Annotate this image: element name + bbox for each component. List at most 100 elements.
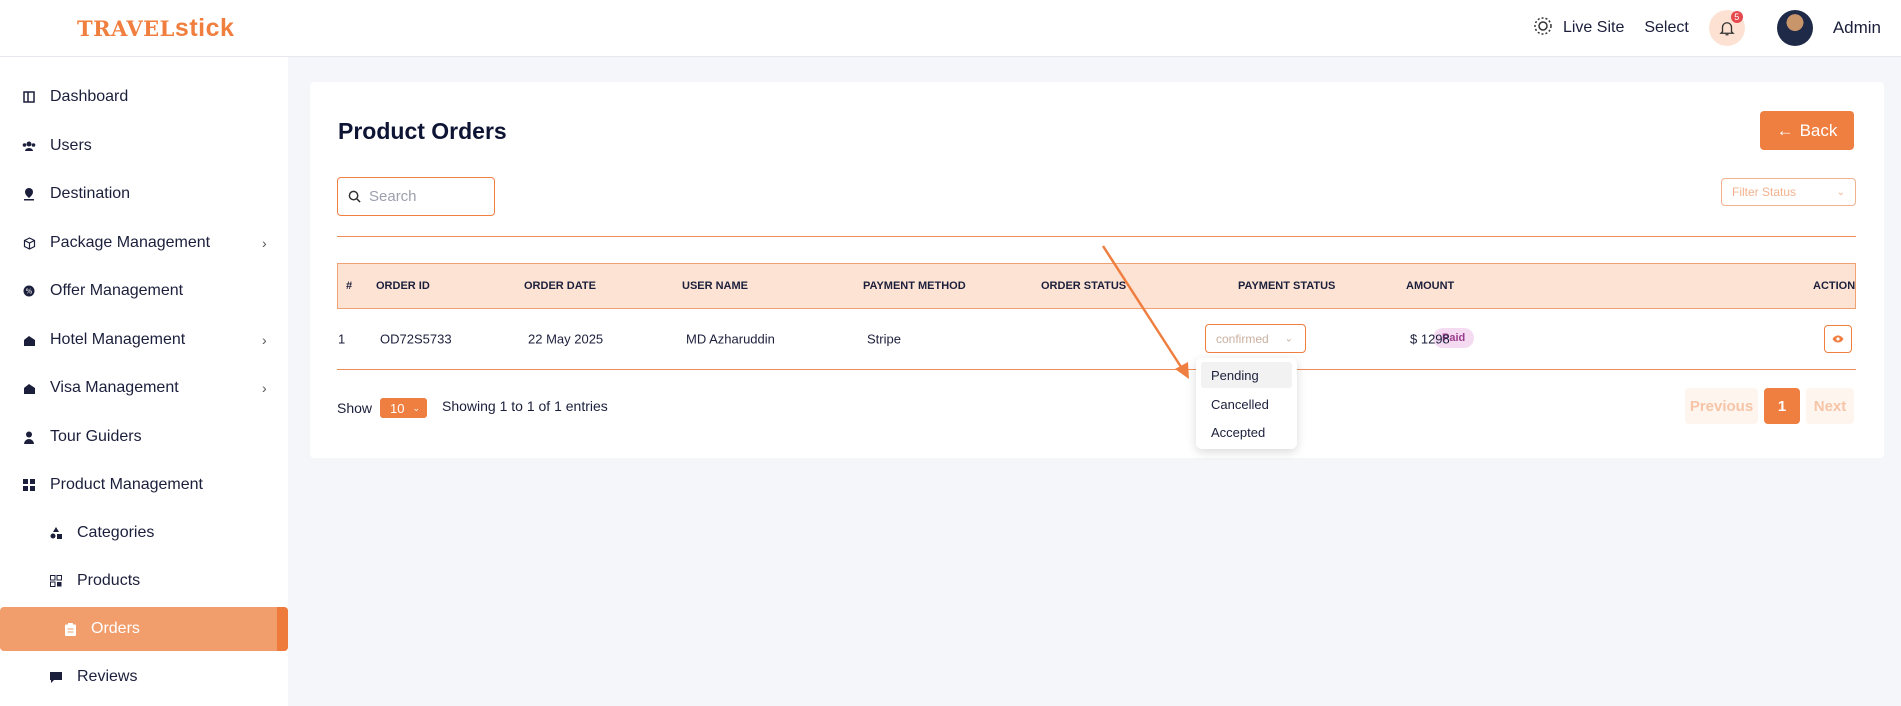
- travelstick-logo[interactable]: TRAVELstick: [77, 14, 234, 43]
- previous-page-button[interactable]: Previous: [1685, 388, 1758, 424]
- filter-status-select[interactable]: Filter Status ⌄: [1721, 178, 1856, 206]
- shapes-icon: [49, 526, 63, 540]
- cell-payment-method: Stripe: [867, 331, 901, 347]
- grid-icon: [22, 478, 36, 492]
- sidebar-item-label: Reviews: [77, 668, 138, 685]
- cell-num: 1: [338, 331, 346, 347]
- sidebar-item-label: Offer Management: [50, 282, 184, 299]
- chevron-down-icon: ⌄: [1836, 186, 1845, 198]
- svg-text:%: %: [26, 288, 33, 296]
- col-header: ORDER STATUS: [1041, 280, 1127, 292]
- sidebar-item-label: Categories: [77, 524, 155, 541]
- divider: [337, 236, 1856, 237]
- chevron-down-icon: ⌄: [412, 402, 421, 413]
- sidebar-item-orders[interactable]: Orders: [0, 607, 288, 651]
- view-order-button[interactable]: [1824, 325, 1852, 353]
- table-header: # ORDER ID ORDER DATE USER NAME PAYMENT …: [337, 263, 1856, 309]
- chevron-right-icon: ›: [262, 380, 267, 396]
- search-input[interactable]: [369, 188, 489, 205]
- sidebar-item-offer-management[interactable]: % Offer Management: [0, 269, 288, 313]
- sidebar-item-label: Destination: [50, 185, 131, 202]
- sidebar-item-label: Tour Guiders: [50, 428, 142, 445]
- clipboard-icon: [63, 622, 77, 636]
- pagination: Previous 1 Next: [1685, 388, 1854, 424]
- box-icon: [22, 236, 36, 250]
- chevron-right-icon: ›: [262, 235, 267, 251]
- cell-order-id: OD72S5733: [380, 331, 452, 347]
- col-header: ORDER ID: [376, 280, 430, 292]
- live-site-label: Live Site: [1562, 19, 1625, 36]
- sidebar-item-label: Products: [77, 572, 141, 589]
- admin-menu[interactable]: Admin: [1833, 18, 1881, 38]
- order-status-dropdown: Pending Cancelled Accepted: [1196, 358, 1297, 449]
- avatar[interactable]: [1776, 10, 1813, 46]
- sidebar-item-products[interactable]: Products: [0, 559, 288, 603]
- orders-card: Product Orders ← Back Filter Status ⌄ # …: [310, 82, 1884, 458]
- page-title: Product Orders: [338, 118, 507, 144]
- eye-icon: [1832, 335, 1844, 343]
- sidebar-item-label: Product Management: [50, 476, 203, 493]
- table-row: 1 OD72S5733 22 May 2025 MD Azharuddin St…: [337, 309, 1856, 370]
- order-status-select[interactable]: confirmed ⌄: [1205, 324, 1306, 353]
- cell-amount: $ 1298: [1410, 331, 1450, 347]
- hotel-icon: [22, 333, 36, 347]
- entries-per-page: Show 10 ⌄: [337, 398, 428, 418]
- top-header: TRAVELstick Live Site Select 5 Admin: [0, 0, 1901, 57]
- live-site-link[interactable]: Live Site: [1533, 16, 1624, 41]
- page-1-button[interactable]: 1: [1764, 388, 1800, 424]
- dashboard-icon: [22, 90, 36, 104]
- sidebar-item-label: Hotel Management: [50, 331, 186, 348]
- col-header: PAYMENT METHOD: [863, 280, 966, 292]
- sidebar-item-tour-guiders[interactable]: Tour Guiders: [0, 415, 288, 459]
- sidebar-item-label: Users: [50, 137, 92, 154]
- next-page-button[interactable]: Next: [1806, 388, 1854, 424]
- sidebar-item-dashboard[interactable]: Dashboard: [0, 75, 288, 119]
- back-button[interactable]: ← Back: [1760, 111, 1854, 150]
- logo-prefix: TRAVEL: [77, 16, 175, 41]
- col-header: AMOUNT: [1406, 280, 1455, 292]
- sidebar: Dashboard Users Destination Package Mana…: [0, 57, 288, 706]
- live-icon: [1533, 16, 1553, 41]
- cell-user-name: MD Azharuddin: [686, 331, 775, 347]
- status-option-accepted[interactable]: Accepted: [1201, 419, 1292, 445]
- comment-icon: [49, 670, 63, 684]
- back-label: Back: [1799, 120, 1838, 140]
- sidebar-item-hotel-management[interactable]: Hotel Management ›: [0, 318, 288, 362]
- filter-placeholder: Filter Status: [1732, 185, 1797, 199]
- entries-info: Showing 1 to 1 of 1 entries: [442, 398, 608, 414]
- offer-icon: %: [22, 284, 36, 298]
- arrow-left-icon: ←: [1776, 120, 1794, 140]
- col-header: ORDER DATE: [524, 280, 596, 292]
- search-icon: [348, 190, 361, 203]
- sidebar-item-label: Orders: [91, 620, 140, 637]
- sidebar-item-label: Dashboard: [50, 88, 129, 105]
- sidebar-item-users[interactable]: Users: [0, 124, 288, 168]
- users-icon: [22, 139, 36, 153]
- cell-order-date: 22 May 2025: [528, 331, 604, 347]
- col-header: USER NAME: [682, 280, 749, 292]
- status-option-cancelled[interactable]: Cancelled: [1201, 391, 1292, 417]
- sidebar-item-visa-management[interactable]: Visa Management ›: [0, 366, 288, 410]
- status-option-pending[interactable]: Pending: [1201, 362, 1292, 388]
- sidebar-item-categories[interactable]: Categories: [0, 511, 288, 555]
- col-header: #: [346, 280, 353, 292]
- sidebar-item-package-management[interactable]: Package Management ›: [0, 221, 288, 265]
- sidebar-item-label: Visa Management: [50, 379, 179, 396]
- guide-icon: [22, 430, 36, 444]
- per-page-value: 10: [390, 400, 405, 416]
- language-select[interactable]: Select: [1644, 19, 1688, 37]
- col-header: PAYMENT STATUS: [1238, 280, 1336, 292]
- visa-icon: [22, 381, 36, 395]
- order-status-value: confirmed: [1216, 331, 1269, 346]
- sidebar-item-product-management[interactable]: Product Management: [0, 463, 288, 507]
- sidebar-item-reviews[interactable]: Reviews: [0, 655, 288, 699]
- chevron-down-icon: ⌄: [1284, 333, 1293, 344]
- notification-button[interactable]: 5: [1708, 10, 1745, 46]
- header-actions: Live Site Select 5 Admin: [1533, 8, 1881, 48]
- search-box: [337, 177, 495, 216]
- show-label: Show: [337, 400, 373, 416]
- products-icon: [49, 574, 63, 588]
- col-header: ACTION: [1813, 280, 1856, 292]
- sidebar-item-destination[interactable]: Destination: [0, 172, 288, 216]
- per-page-select[interactable]: 10 ⌄: [380, 398, 428, 418]
